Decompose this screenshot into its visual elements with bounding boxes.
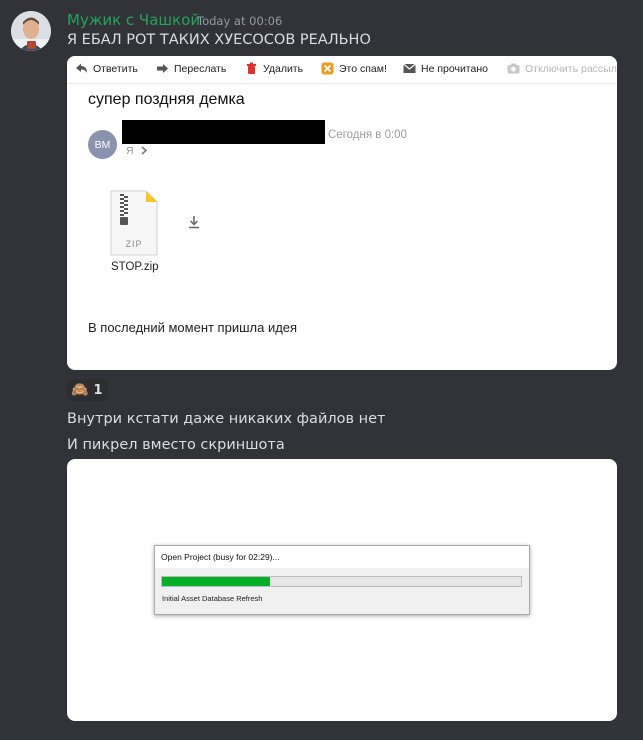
message-text: Внутри кстати даже никаких файлов нет — [67, 411, 386, 427]
unread-label: Не прочитано — [421, 62, 488, 75]
forward-label: Переслать — [174, 62, 227, 75]
unsubscribe-button[interactable]: Отключить рассыл — [507, 62, 617, 75]
recipient-label: Я — [126, 145, 134, 157]
recipient-link[interactable]: Я — [126, 145, 148, 157]
mark-unread-button[interactable]: Не прочитано — [403, 62, 488, 75]
chevron-right-icon — [141, 146, 147, 155]
progress-bar — [161, 576, 522, 587]
spam-button[interactable]: Это спам! — [321, 62, 387, 75]
attachment-name[interactable]: STOP.zip — [111, 261, 159, 273]
sender-avatar[interactable]: BM — [88, 130, 117, 159]
progress-fill — [162, 577, 270, 586]
email-toolbar: Ответить Переслать Удалить Это спам! Не … — [67, 56, 617, 84]
reply-icon — [76, 63, 87, 73]
forward-button[interactable]: Переслать — [156, 62, 226, 75]
reply-button[interactable]: Ответить — [75, 62, 138, 75]
spam-label: Это спам! — [339, 62, 387, 75]
user-avatar[interactable] — [11, 11, 51, 51]
envelope-icon — [403, 63, 416, 73]
dialog-status: Initial Asset Database Refresh — [162, 594, 263, 603]
reaction-pill[interactable]: 🙈 1 — [67, 379, 108, 401]
forward-icon — [157, 64, 168, 73]
message-author[interactable]: Мужик с Чашкой — [67, 11, 200, 29]
zip-type-label: ZIP — [125, 239, 142, 249]
delete-button[interactable]: Удалить — [245, 62, 303, 75]
progress-dialog: Open Project (busy for 02:29)... Initial… — [154, 545, 530, 615]
message-timestamp: Today at 00:06 — [197, 14, 283, 28]
dialog-title: Open Project (busy for 02:29)... — [155, 546, 529, 568]
attached-image[interactable]: Open Project (busy for 02:29)... Initial… — [67, 459, 617, 721]
reply-label: Ответить — [93, 62, 138, 75]
email-subject: супер поздняя демка — [88, 91, 245, 108]
delete-label: Удалить — [263, 62, 304, 75]
email-date: Сегодня в 0:00 — [328, 129, 407, 141]
email-body: В последний момент пришла идея — [88, 320, 298, 335]
reaction-count: 1 — [93, 382, 103, 398]
message-text: Я ЕБАЛ РОТ ТАКИХ ХУЕСОСОВ РЕАЛЬНО — [67, 32, 371, 48]
see-no-evil-monkey-icon: 🙈 — [71, 382, 89, 398]
redacted-sender — [122, 120, 325, 144]
download-icon[interactable] — [186, 214, 202, 230]
camera-icon — [507, 63, 520, 74]
spam-icon — [321, 62, 334, 75]
email-screenshot[interactable]: Ответить Переслать Удалить Это спам! Не … — [67, 56, 617, 370]
unsubscribe-label: Отключить рассыл — [525, 62, 617, 75]
trash-icon — [247, 62, 256, 74]
zip-file-icon[interactable]: ZIP — [110, 190, 158, 256]
message-text: И пикрел вместо скриншота — [67, 437, 285, 453]
